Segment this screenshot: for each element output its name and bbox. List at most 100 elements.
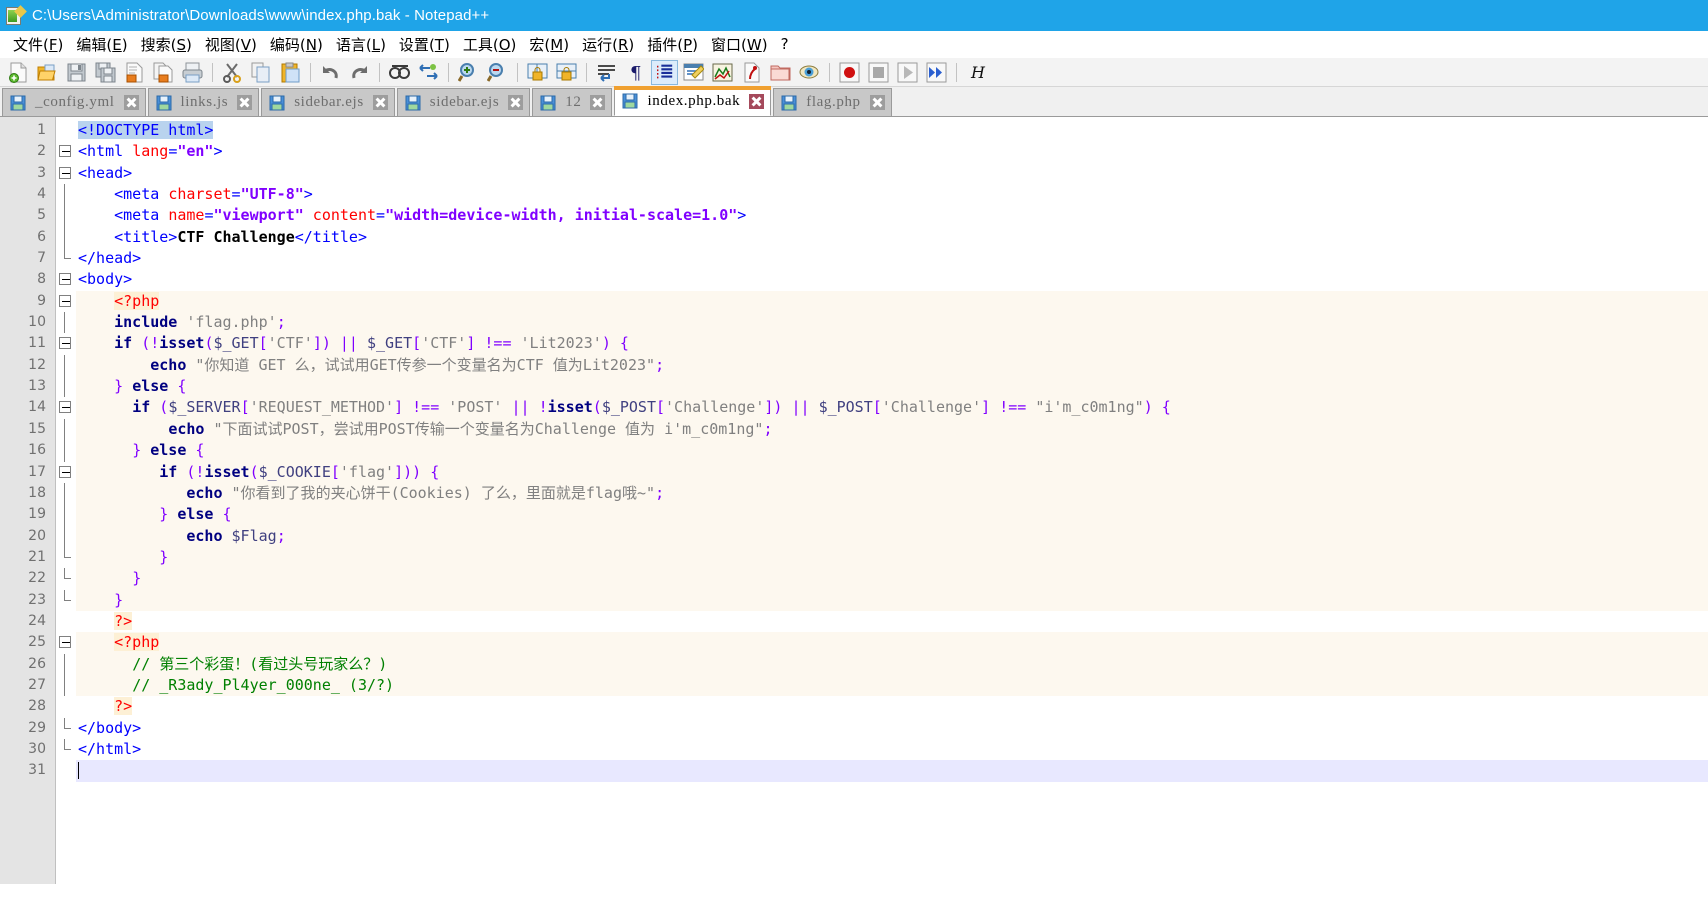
- code-line-30[interactable]: </html>: [76, 739, 1708, 760]
- menu-item-window[interactable]: 窗口(W): [705, 32, 775, 57]
- code-line-5[interactable]: <meta name="viewport" content="width=dev…: [76, 205, 1708, 226]
- menu-item-language[interactable]: 语言(L): [330, 32, 393, 57]
- code-line-31[interactable]: [76, 760, 1708, 782]
- code-line-1[interactable]: <!DOCTYPE html>: [76, 120, 1708, 141]
- tab-12[interactable]: 12: [532, 88, 613, 116]
- print-icon[interactable]: [179, 60, 206, 85]
- close-icon[interactable]: [590, 95, 606, 110]
- code-line-3[interactable]: <head>: [76, 163, 1708, 184]
- show-all-characters-icon[interactable]: ¶: [622, 60, 649, 85]
- fold-toggle-if3[interactable]: [56, 462, 76, 483]
- fold-toggle-php1[interactable]: [56, 291, 76, 312]
- tab-flag-php[interactable]: flag.php: [773, 88, 892, 116]
- code-line-16[interactable]: } else {: [76, 440, 1708, 462]
- close-icon[interactable]: [749, 93, 765, 109]
- code-line-26[interactable]: // 第三个彩蛋！(看过头号玩家么？): [76, 653, 1708, 675]
- fold-toggle-html[interactable]: [56, 141, 76, 162]
- zoom-out-icon[interactable]: [484, 60, 511, 85]
- code-line-15[interactable]: echo "下面试试POST，尝试用POST传输一个变量名为Challenge …: [76, 418, 1708, 441]
- cut-icon[interactable]: [219, 60, 246, 85]
- close-icon[interactable]: [123, 95, 139, 110]
- code-line-12[interactable]: echo "你知道 GET 么，试试用GET传参一个变量名为CTF 值为Lit2…: [76, 354, 1708, 377]
- code-line-29[interactable]: </body>: [76, 718, 1708, 739]
- fold-toggle-body[interactable]: [56, 269, 76, 290]
- close-icon[interactable]: [508, 95, 524, 110]
- italic-h-icon[interactable]: H: [963, 60, 990, 85]
- code-line-4[interactable]: <meta charset="UTF-8">: [76, 184, 1708, 205]
- close-icon[interactable]: [372, 95, 388, 110]
- code-line-21[interactable]: }: [76, 546, 1708, 569]
- tab-sidebar-ejs-2[interactable]: sidebar.ejs: [396, 88, 531, 116]
- folder-as-workspace-icon[interactable]: [767, 60, 794, 85]
- function-list-icon[interactable]: [738, 60, 765, 85]
- code-text-area[interactable]: <!DOCTYPE html> <html lang="en"> <head> …: [76, 117, 1708, 884]
- fold-toggle-if1[interactable]: [56, 333, 76, 354]
- code-line-10[interactable]: include 'flag.php';: [76, 312, 1708, 334]
- redo-icon[interactable]: [346, 60, 373, 85]
- code-line-20[interactable]: echo $Flag;: [76, 525, 1708, 547]
- close-icon[interactable]: [237, 95, 253, 110]
- user-defined-language-icon[interactable]: [680, 60, 707, 85]
- find-icon[interactable]: [386, 60, 413, 85]
- fold-toggle-if2[interactable]: [56, 397, 76, 418]
- code-line-13[interactable]: } else {: [76, 376, 1708, 398]
- menu-item-help[interactable]: ?: [775, 33, 796, 55]
- code-line-27[interactable]: // _R3ady_Pl4yer_000ne_ (3/?): [76, 674, 1708, 697]
- copy-icon[interactable]: [248, 60, 275, 85]
- code-line-17[interactable]: if (!isset($_COOKIE['flag'])) {: [76, 461, 1708, 483]
- sync-horizontal-scroll-icon[interactable]: [553, 60, 580, 85]
- record-macro-icon[interactable]: [836, 60, 863, 85]
- code-line-8[interactable]: <body>: [76, 269, 1708, 290]
- menu-item-view[interactable]: 视图(V): [199, 32, 264, 57]
- close-file-icon[interactable]: [121, 60, 148, 85]
- close-all-files-icon[interactable]: [150, 60, 177, 85]
- play-macro-icon[interactable]: [894, 60, 921, 85]
- stop-recording-macro-icon[interactable]: [865, 60, 892, 85]
- code-line-18[interactable]: echo "你看到了我的夹心饼干(Cookies) 了么，里面就是flag哦~"…: [76, 482, 1708, 505]
- menu-item-edit[interactable]: 编辑(E): [70, 32, 134, 57]
- code-line-23[interactable]: }: [76, 589, 1708, 611]
- run-macro-multiple-times-icon[interactable]: [923, 60, 950, 85]
- code-line-28[interactable]: ?>: [76, 696, 1708, 717]
- fold-toggle-php2[interactable]: [56, 632, 76, 653]
- menu-item-macro[interactable]: 宏(M): [523, 32, 576, 57]
- paste-icon[interactable]: [277, 60, 304, 85]
- tab-_config-yml[interactable]: _config.yml: [2, 88, 146, 116]
- monitoring-icon[interactable]: [796, 60, 823, 85]
- new-file-icon[interactable]: [5, 60, 32, 85]
- menu-item-tools[interactable]: 工具(O): [457, 32, 524, 57]
- fold-toggle-head[interactable]: [56, 163, 76, 184]
- document-map-icon[interactable]: [709, 60, 736, 85]
- close-icon[interactable]: [869, 95, 885, 110]
- tab-index-php-bak[interactable]: index.php.bak: [614, 86, 772, 116]
- open-file-icon[interactable]: [34, 60, 61, 85]
- code-line-9[interactable]: <?php: [76, 290, 1708, 313]
- undo-icon[interactable]: [317, 60, 344, 85]
- code-line-14[interactable]: if ($_SERVER['REQUEST_METHOD'] !== 'POST…: [76, 397, 1708, 419]
- word-wrap-icon[interactable]: [593, 60, 620, 85]
- code-line-6[interactable]: <title>CTF Challenge</title>: [76, 227, 1708, 248]
- code-line-2[interactable]: <html lang="en">: [76, 141, 1708, 162]
- code-line-7[interactable]: </head>: [76, 248, 1708, 269]
- save-icon[interactable]: [63, 60, 90, 85]
- sync-vertical-scroll-icon[interactable]: [524, 60, 551, 85]
- tab-sidebar-ejs-1[interactable]: sidebar.ejs: [261, 88, 395, 116]
- menu-item-file[interactable]: 文件(F): [7, 32, 70, 57]
- code-folding-margin[interactable]: [56, 117, 76, 884]
- code-line-22[interactable]: }: [76, 568, 1708, 590]
- code-line-25[interactable]: <?php: [76, 632, 1708, 654]
- menu-item-encoding[interactable]: 编码(N): [264, 32, 330, 57]
- tab-links-js[interactable]: links.js: [147, 88, 260, 116]
- menu-item-search[interactable]: 搜索(S): [135, 32, 199, 57]
- menu-item-plugins[interactable]: 插件(P): [641, 32, 705, 57]
- save-all-icon[interactable]: [92, 60, 119, 85]
- show-indent-guide-icon[interactable]: [651, 59, 678, 85]
- code-line-11[interactable]: if (!isset($_GET['CTF']) || $_GET['CTF']…: [76, 333, 1708, 355]
- replace-icon[interactable]: [415, 60, 442, 85]
- zoom-in-icon[interactable]: [455, 60, 482, 85]
- menu-item-settings[interactable]: 设置(T): [393, 32, 457, 57]
- code-line-24[interactable]: ?>: [76, 611, 1708, 632]
- code-editor[interactable]: 1 2 3 4 5 6 7 8 9 10 11 12 13 14 15 16 1…: [0, 117, 1708, 884]
- menu-item-run[interactable]: 运行(R): [576, 32, 641, 57]
- code-line-19[interactable]: } else {: [76, 504, 1708, 526]
